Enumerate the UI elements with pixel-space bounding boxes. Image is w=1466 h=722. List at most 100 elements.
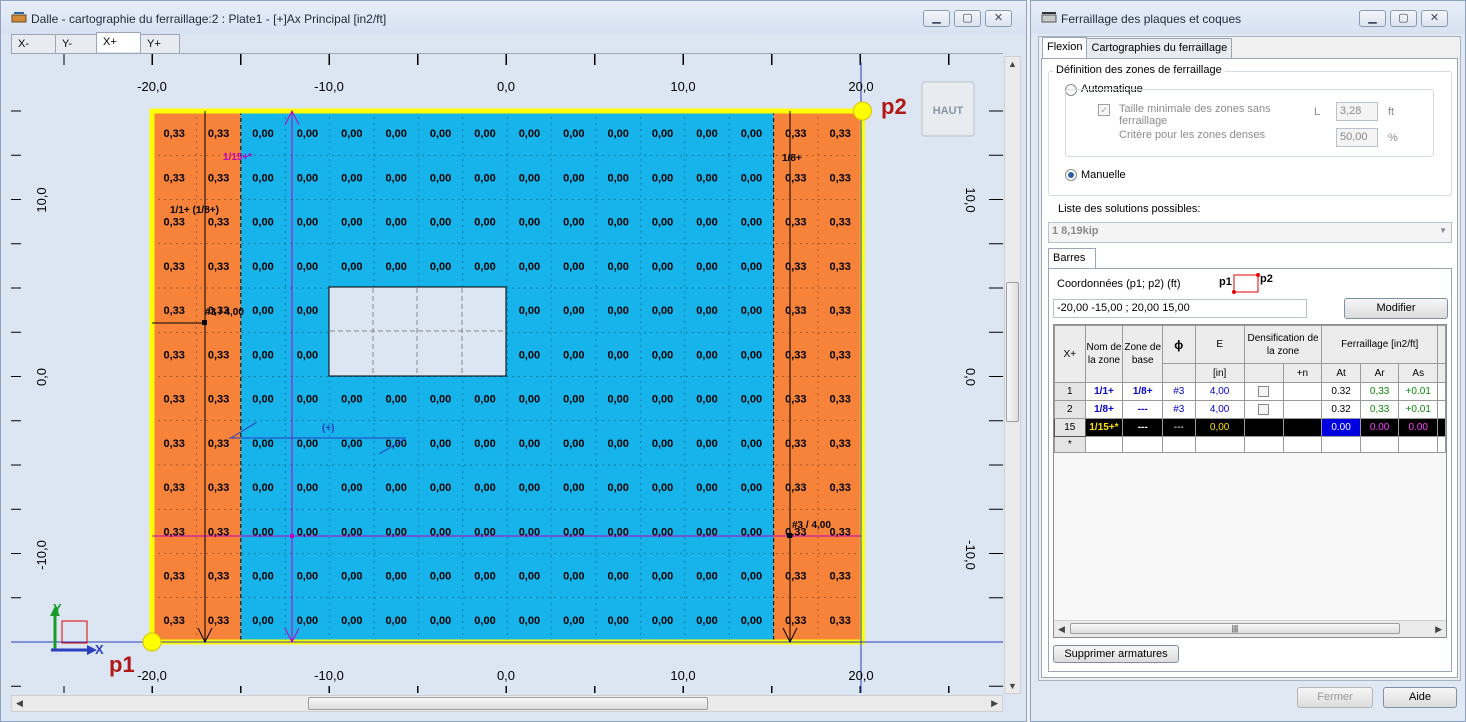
modify-button[interactable]: Modifier	[1344, 298, 1448, 319]
cell-e[interactable]: 4,00	[1194, 400, 1245, 419]
header-phi[interactable]: ϕ	[1162, 325, 1196, 364]
tab-flexion[interactable]: Flexion	[1042, 37, 1088, 59]
coords-input[interactable]: -20,00 -15,00 ; 20,00 15,00	[1053, 299, 1307, 318]
cell-zone-name[interactable]: 1/1+	[1084, 382, 1124, 401]
new-row-cell[interactable]	[1194, 436, 1245, 453]
table-scroll-right-icon[interactable]: ▶	[1435, 624, 1442, 635]
cell-extra[interactable]	[1437, 382, 1446, 401]
cell-phi[interactable]: #3	[1162, 400, 1196, 419]
cell-densification[interactable]	[1243, 400, 1284, 419]
dialog-minimize-button[interactable]: ▁	[1359, 10, 1386, 27]
vertical-scrollbar[interactable]: ▲ ▼	[1004, 56, 1021, 694]
cell-base-zone[interactable]: ---	[1122, 418, 1163, 437]
header-as[interactable]: As	[1398, 363, 1439, 383]
tab-x-plus[interactable]: X+	[96, 32, 141, 52]
tab-barres[interactable]: Barres	[1048, 248, 1096, 269]
new-row-marker[interactable]: *	[1054, 436, 1086, 453]
dialog-close-button[interactable]: ✕	[1421, 10, 1448, 27]
cell-zone-name[interactable]: 1/15+*	[1084, 418, 1124, 437]
cell-ar[interactable]: 0.00	[1359, 418, 1400, 437]
cell-e[interactable]: 0,00	[1194, 418, 1245, 437]
dense-criterion-input[interactable]: 50,00	[1336, 128, 1378, 147]
cell-as[interactable]: 0.00	[1398, 418, 1439, 437]
cell-phi[interactable]: ---	[1162, 418, 1196, 437]
close-dialog-button[interactable]: Fermer	[1297, 687, 1373, 708]
manual-radio[interactable]	[1065, 169, 1077, 181]
bars-tab-body: Coordonnées (p1; p2) (ft) p1 p2 -20,00 -…	[1048, 268, 1452, 672]
header-densification[interactable]: Densification de la zone	[1243, 325, 1323, 364]
cell-at[interactable]: 0.32	[1321, 382, 1361, 401]
new-row-cell[interactable]	[1243, 436, 1284, 453]
cell-value: 0,00	[652, 172, 673, 184]
densification-checkbox[interactable]	[1258, 403, 1270, 415]
min-size-input[interactable]: 3,28	[1336, 102, 1378, 121]
new-row-cell[interactable]	[1359, 436, 1400, 453]
dialog-maximize-button[interactable]: ▢	[1390, 10, 1417, 27]
horizontal-scrollbar[interactable]: ◀ ▶	[11, 695, 1003, 712]
table-row[interactable]: 2 1/8+ --- #3 4,00 0.32 0,33 +0.01	[1054, 400, 1446, 419]
new-row-cell[interactable]	[1437, 436, 1446, 453]
cell-plus-n[interactable]	[1282, 418, 1323, 437]
cell-extra[interactable]	[1437, 418, 1446, 437]
vertical-scroll-thumb[interactable]	[1006, 282, 1019, 422]
header-e[interactable]: E	[1194, 325, 1245, 364]
new-row[interactable]: *	[1054, 436, 1446, 453]
cell-as[interactable]: +0.01	[1398, 400, 1439, 419]
header-zone-name[interactable]: Nom de la zone	[1084, 325, 1124, 383]
new-row-cell[interactable]	[1282, 436, 1323, 453]
cell-densification[interactable]	[1243, 382, 1284, 401]
header-reinforcement[interactable]: Ferraillage [in2/ft]	[1321, 325, 1439, 364]
table-row[interactable]: 1 1/1+ 1/8+ #3 4,00 0.32 0,33 +0.01	[1054, 382, 1446, 401]
cell-as[interactable]: +0.01	[1398, 382, 1439, 401]
new-row-cell[interactable]	[1084, 436, 1124, 453]
header-ar[interactable]: Ar	[1359, 363, 1400, 383]
cell-base-zone[interactable]: 1/8+	[1122, 382, 1163, 401]
map-window-titlebar[interactable]: Dalle - cartographie du ferraillage:2 : …	[1, 1, 1026, 34]
table-hscrollbar[interactable]: ◀ ||| ▶	[1054, 620, 1446, 637]
solutions-dropdown[interactable]: 1 8,19kip ▼	[1048, 222, 1452, 243]
tab-y-minus[interactable]: Y-	[55, 34, 97, 53]
table-row[interactable]: 15 1/15+* --- --- 0,00 0.00 0.00 0.00	[1054, 418, 1446, 437]
cell-value: 0,00	[341, 438, 362, 450]
tab-cartographies[interactable]: Cartographies du ferraillage	[1086, 38, 1233, 58]
cell-plus-n[interactable]	[1282, 400, 1323, 419]
cell-at[interactable]: 0.32	[1321, 400, 1361, 419]
new-row-cell[interactable]	[1321, 436, 1361, 453]
cell-plus-n[interactable]	[1282, 382, 1323, 401]
new-row-cell[interactable]	[1162, 436, 1196, 453]
cell-zone-name[interactable]: 1/8+	[1084, 400, 1124, 419]
cell-densification[interactable]	[1243, 418, 1284, 437]
cell-at[interactable]: 0.00	[1321, 418, 1361, 437]
cell-e[interactable]: 4,00	[1194, 382, 1245, 401]
scroll-up-icon[interactable]: ▲	[1008, 59, 1017, 69]
tab-y-plus[interactable]: Y+	[140, 34, 180, 53]
cell-ar[interactable]: 0,33	[1359, 400, 1400, 419]
header-at[interactable]: At	[1321, 363, 1361, 383]
dialog-titlebar[interactable]: Ferraillage des plaques et coques ▁ ▢ ✕	[1031, 1, 1465, 34]
new-row-cell[interactable]	[1122, 436, 1163, 453]
cell-phi[interactable]: #3	[1162, 382, 1196, 401]
row-header[interactable]: 2	[1054, 400, 1086, 419]
new-row-cell[interactable]	[1398, 436, 1439, 453]
cell-extra[interactable]	[1437, 400, 1446, 419]
reinforcement-map-canvas[interactable]: 0,33 0,33 0,00 0,00 0,00 0,00 0,00 0,00 0,00 0,00…	[11, 53, 1003, 693]
min-size-checkbox[interactable]: ✓	[1098, 104, 1110, 116]
scroll-left-icon[interactable]: ◀	[16, 698, 23, 709]
cell-ar[interactable]: 0,33	[1359, 382, 1400, 401]
row-header[interactable]: 1	[1054, 382, 1086, 401]
delete-reinforcement-button[interactable]: Supprimer armatures	[1053, 645, 1179, 663]
help-button[interactable]: Aide	[1383, 687, 1457, 708]
cell-base-zone[interactable]: ---	[1122, 400, 1163, 419]
tab-x-minus[interactable]: X-	[11, 34, 56, 53]
table-scroll-left-icon[interactable]: ◀	[1058, 624, 1065, 635]
maximize-button[interactable]: ▢	[954, 10, 981, 27]
minimize-button[interactable]: ▁	[923, 10, 950, 27]
densification-checkbox[interactable]	[1258, 385, 1270, 397]
header-base-zone[interactable]: Zone de base	[1122, 325, 1163, 383]
close-button[interactable]: ✕	[985, 10, 1012, 27]
horizontal-scroll-thumb[interactable]	[308, 697, 708, 710]
scroll-right-icon[interactable]: ▶	[991, 698, 998, 709]
scroll-down-icon[interactable]: ▼	[1008, 681, 1017, 691]
table-scroll-thumb[interactable]: |||	[1070, 623, 1400, 634]
row-header[interactable]: 15	[1054, 418, 1086, 437]
